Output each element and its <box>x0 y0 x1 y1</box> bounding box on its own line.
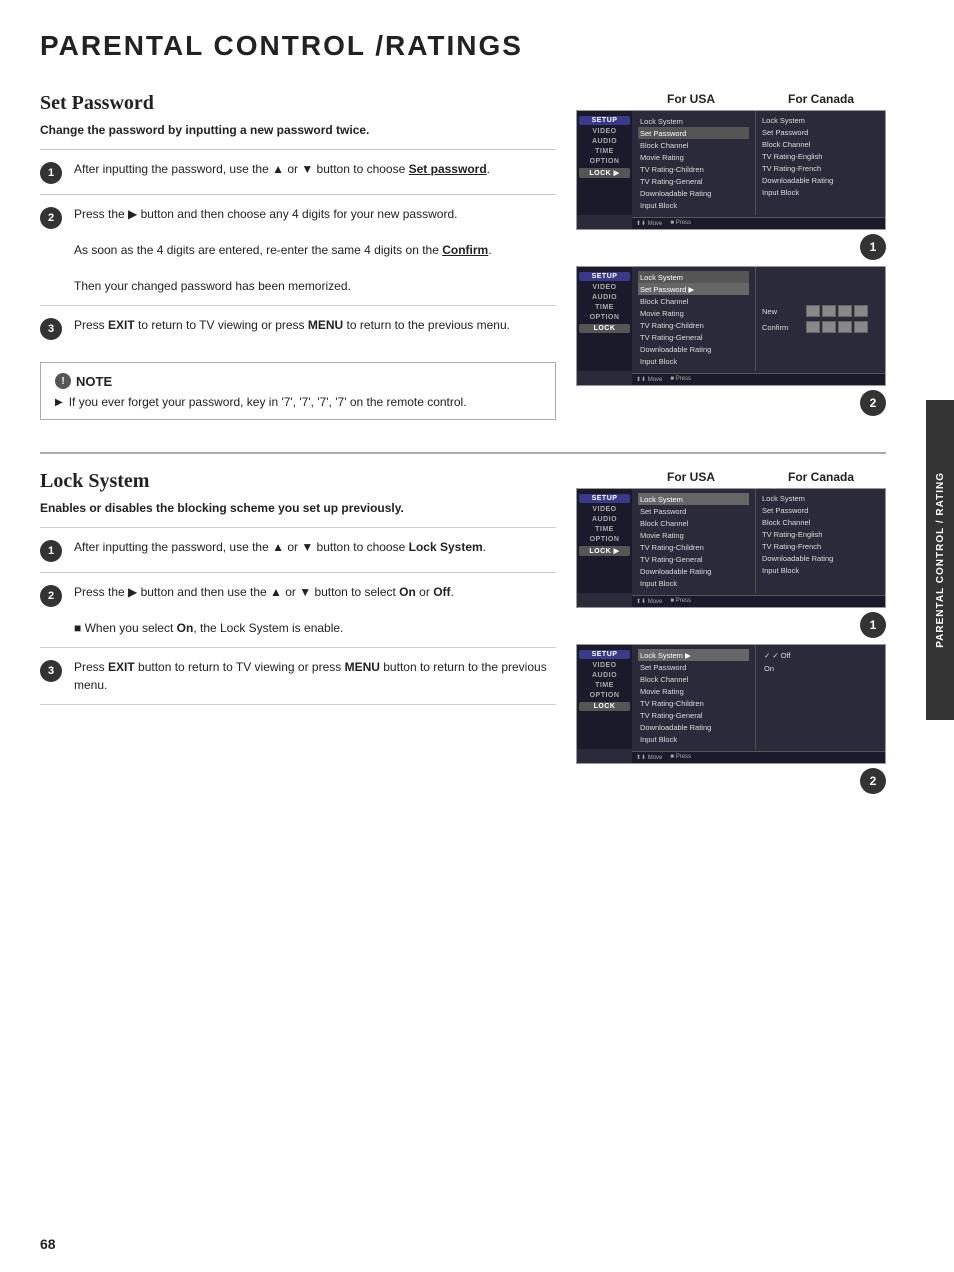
sidebar-option: OPTION <box>577 157 632 166</box>
step-3-circle: 3 <box>40 318 62 340</box>
new-label: New <box>762 307 802 316</box>
note-box: ! NOTE ▶ If you ever forget your passwor… <box>40 362 556 420</box>
side-tab-text: PARENTAL CONTROL / RATING <box>935 472 946 648</box>
set-password-step-1: 1 After inputting the password, use the … <box>40 149 556 194</box>
sidebar-lock-2: LOCK <box>579 324 630 333</box>
set-password-step-2: 2 Press the ▶ button and then choose any… <box>40 194 556 305</box>
for-usa-label-2: For USA <box>626 470 756 484</box>
lock-tv-screen-1: SETUP VIDEO AUDIO TIME OPTION LOCK ▶ Loc… <box>576 488 886 638</box>
section-divider <box>40 452 886 454</box>
step-1-circle: 1 <box>40 162 62 184</box>
step-3-text: Press EXIT to return to TV viewing or pr… <box>74 316 510 340</box>
step-2-text: Press the ▶ button and then choose any 4… <box>74 205 492 295</box>
lock-step-2-circle: 2 <box>40 585 62 607</box>
lock-sidebar-1: SETUP VIDEO AUDIO TIME OPTION LOCK ▶ <box>577 489 632 593</box>
for-canada-label-1: For Canada <box>756 92 886 106</box>
sidebar-video-2: VIDEO <box>577 283 632 292</box>
badge-row-2: 2 <box>576 386 886 416</box>
lock-step-1-circle: 1 <box>40 540 62 562</box>
set-password-step-3: 3 Press EXIT to return to TV viewing or … <box>40 305 556 350</box>
region-labels-1: For USA For Canada <box>576 92 886 106</box>
for-usa-label-1: For USA <box>626 92 756 106</box>
confirm-password-row: Confirm <box>762 321 879 333</box>
sidebar-lock: LOCK ▶ <box>579 168 630 178</box>
lock-step-3-text: Press EXIT button to return to TV viewin… <box>74 658 556 694</box>
sidebar-time-2: TIME <box>577 303 632 312</box>
tv-screen-2: SETUP VIDEO AUDIO TIME OPTION LOCK Lock … <box>576 266 886 416</box>
lock-step-1: 1 After inputting the password, use the … <box>40 527 556 572</box>
sidebar-setup: SETUP <box>579 116 630 125</box>
sidebar-audio-2: AUDIO <box>577 293 632 302</box>
footer-press: ■ Press <box>670 220 691 227</box>
lock-step-2-text: Press the ▶ button and then use the ▲ or… <box>74 583 454 637</box>
tv-screen-1: SETUP VIDEO AUDIO TIME OPTION LOCK ▶ Loc… <box>576 110 886 260</box>
tv-sidebar-1: SETUP VIDEO AUDIO TIME OPTION LOCK ▶ <box>577 111 632 215</box>
lock-sidebar-2: SETUP VIDEO AUDIO TIME OPTION LOCK <box>577 645 632 749</box>
for-canada-label-2: For Canada <box>756 470 886 484</box>
sidebar-setup-2: SETUP <box>579 272 630 281</box>
lock-step-3: 3 Press EXIT button to return to TV view… <box>40 647 556 705</box>
note-title: ! NOTE <box>55 373 541 389</box>
set-password-title: Set Password <box>40 92 556 115</box>
lock-system-title: Lock System <box>40 470 556 493</box>
tv-usa-menu-1: Lock System Set Password Block Channel M… <box>632 111 755 215</box>
confirm-label: Confirm <box>762 323 802 332</box>
badge-row-1: 1 <box>576 230 886 260</box>
lock-tv-screen-2: SETUP VIDEO AUDIO TIME OPTION LOCK Lock … <box>576 644 886 794</box>
new-password-row: New <box>762 305 879 317</box>
lock-system-screens: For USA For Canada SETUP VIDEO AUDIO TIM… <box>576 470 886 800</box>
sidebar-time: TIME <box>577 147 632 156</box>
new-password-boxes <box>806 305 868 317</box>
set-password-screens: For USA For Canada SETUP VIDEO AUDIO TIM… <box>576 92 886 422</box>
confirm-password-boxes <box>806 321 868 333</box>
region-labels-2: For USA For Canada <box>576 470 886 484</box>
sidebar-video: VIDEO <box>577 127 632 136</box>
page-title: PARENTAL CONTROL /RATINGS <box>40 30 886 62</box>
lock-step-2: 2 Press the ▶ button and then use the ▲ … <box>40 572 556 647</box>
lock-system-subtitle: Enables or disables the blocking scheme … <box>40 501 556 515</box>
note-icon: ! <box>55 373 71 389</box>
lock-usa-menu-2: Lock System ▶ Set Password Block Channel… <box>632 645 755 749</box>
page-number: 68 <box>40 1236 56 1252</box>
lock-step-1-text: After inputting the password, use the ▲ … <box>74 538 486 562</box>
lock-usa-menu-1: Lock System Set Password Block Channel M… <box>632 489 755 593</box>
lock-step-3-circle: 3 <box>40 660 62 682</box>
lock-canada-menu-1: Lock System Set Password Block Channel T… <box>755 489 885 593</box>
password-submenu: New Confirm <box>755 267 885 371</box>
footer-move: ⬆⬇ Move <box>636 220 662 227</box>
tv-canada-menu-1: Lock System Set Password Block Channel T… <box>755 111 885 215</box>
sidebar-audio: AUDIO <box>577 137 632 146</box>
step-2-circle: 2 <box>40 207 62 229</box>
set-password-subtitle: Change the password by inputting a new p… <box>40 123 556 137</box>
side-tab: PARENTAL CONTROL / RATING <box>926 400 954 720</box>
tv-usa-menu-2: Lock System Set Password ▶ Block Channel… <box>632 267 755 371</box>
tv-sidebar-2: SETUP VIDEO AUDIO TIME OPTION LOCK <box>577 267 632 371</box>
step-1-text: After inputting the password, use the ▲ … <box>74 160 490 184</box>
sidebar-option-2: OPTION <box>577 313 632 322</box>
lock-offon-submenu: ✓ Off On <box>755 645 885 749</box>
note-item: ▶ If you ever forget your password, key … <box>55 395 541 409</box>
footer-press-2: ■ Press <box>670 376 691 383</box>
footer-move-2: ⬆⬇ Move <box>636 376 662 383</box>
